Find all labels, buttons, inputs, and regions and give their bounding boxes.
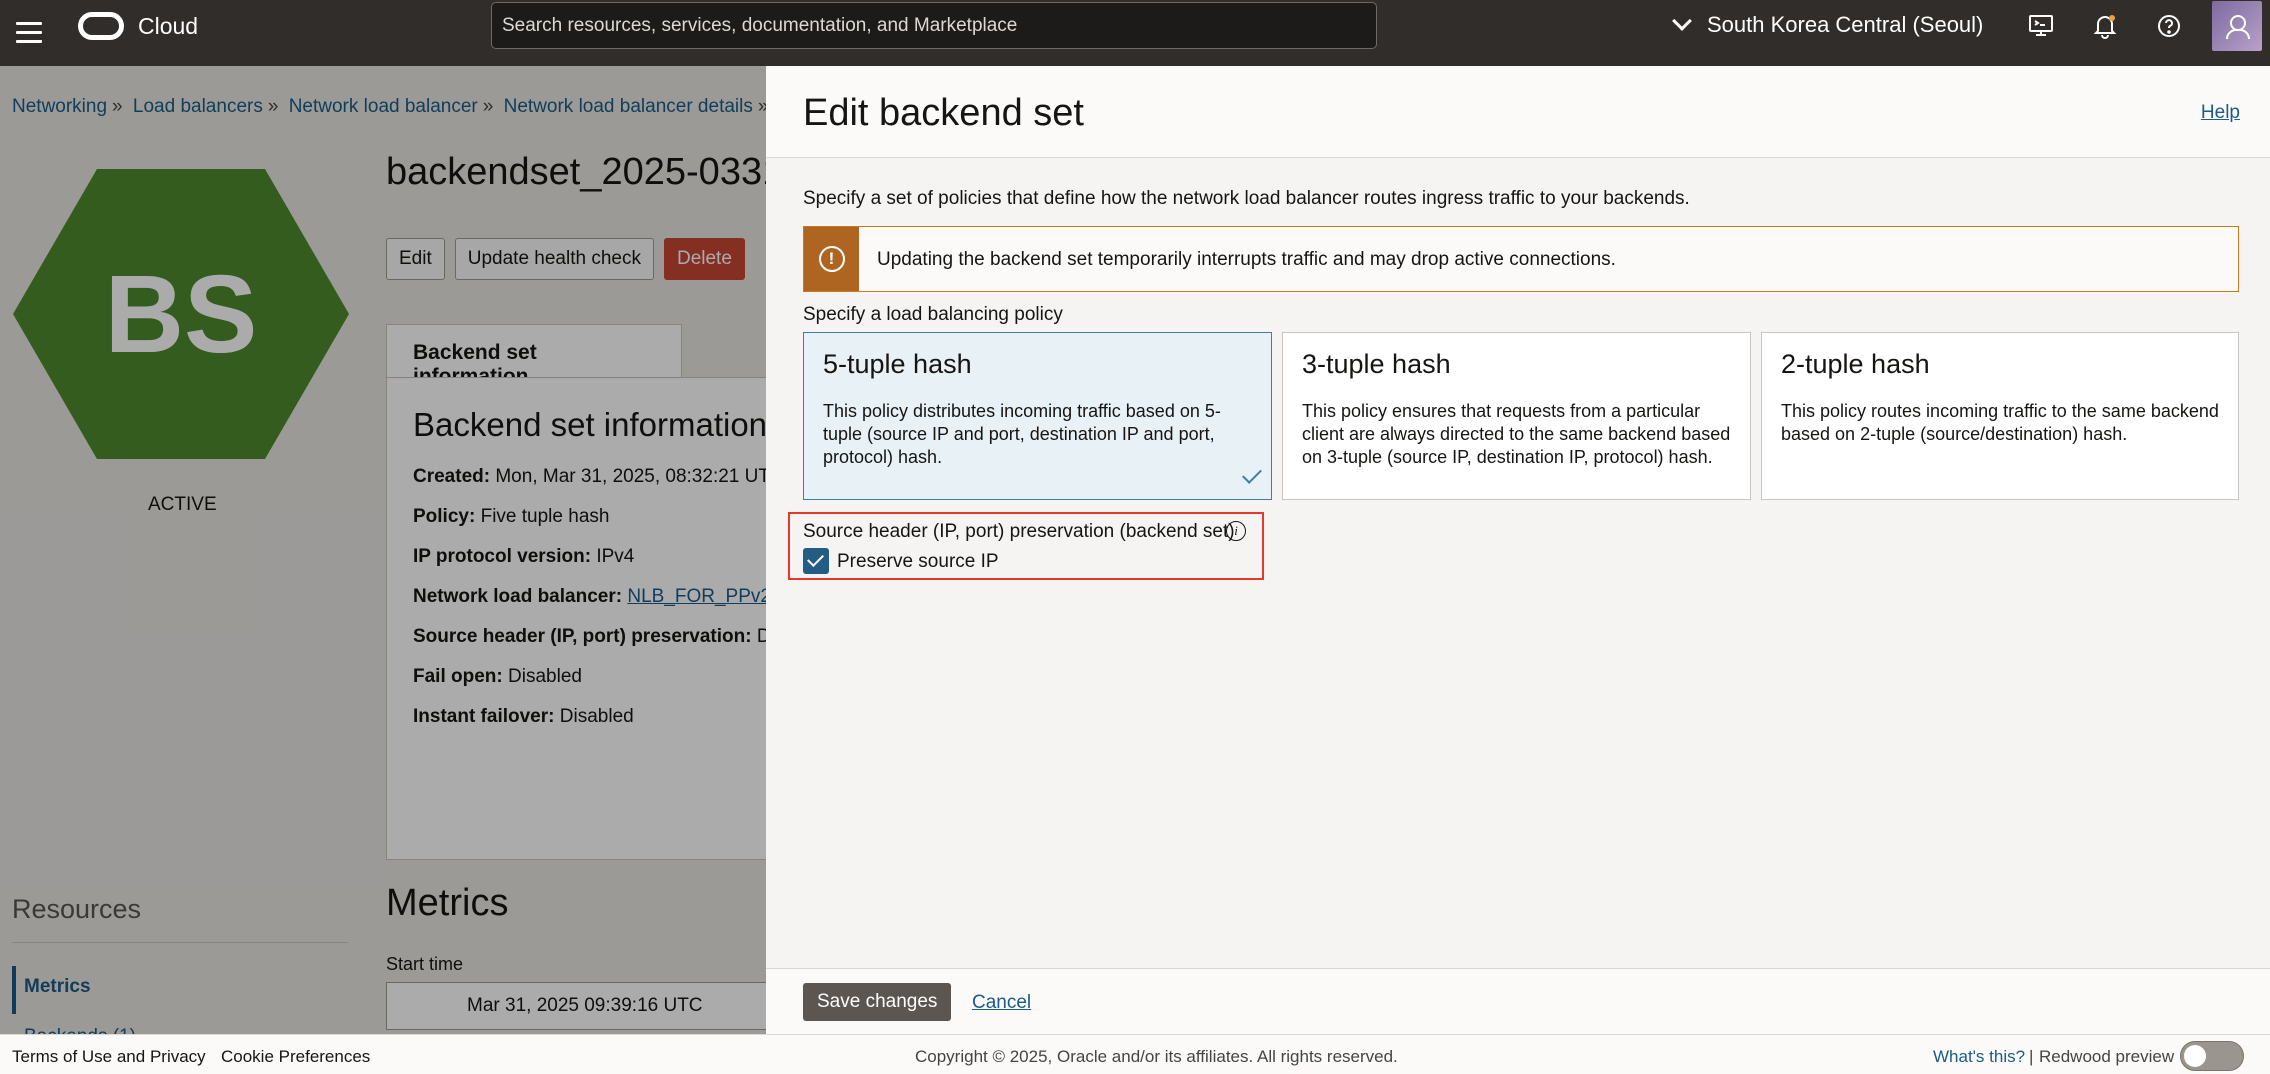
policy-card-5-tuple[interactable]: 5-tuple hash This policy distributes inc… <box>803 332 1272 500</box>
brand-name: Cloud <box>138 13 199 39</box>
bell-icon[interactable] <box>2091 12 2119 40</box>
cookie-preferences-link[interactable]: Cookie Preferences <box>221 1047 370 1067</box>
drawer-title: Edit backend set <box>803 92 1084 134</box>
drawer-header: Edit backend set Help <box>766 66 2270 158</box>
warning-banner: ! Updating the backend set temporarily i… <box>803 226 2239 292</box>
chevron-down-icon <box>1672 11 1692 31</box>
terms-link[interactable]: Terms of Use and Privacy <box>12 1047 206 1067</box>
redwood-preview-toggle[interactable] <box>2180 1041 2244 1071</box>
user-avatar-icon[interactable] <box>2212 1 2262 51</box>
whats-this-link[interactable]: What's this? <box>1933 1047 2025 1067</box>
policy-label: Specify a load balancing policy <box>803 304 1063 325</box>
search-input[interactable]: Search resources, services, documentatio… <box>491 2 1377 49</box>
redwood-preview-label: Redwood preview <box>2039 1047 2175 1066</box>
warning-icon: ! <box>804 227 859 291</box>
info-icon[interactable]: i <box>1226 521 1246 541</box>
policy-title: 3-tuple hash <box>1302 349 1451 379</box>
policy-card-3-tuple[interactable]: 3-tuple hash This policy ensures that re… <box>1282 332 1751 500</box>
preserve-source-ip-checkbox[interactable] <box>803 548 829 574</box>
page-footer: Terms of Use and Privacy Cookie Preferen… <box>0 1034 2270 1074</box>
warning-text: Updating the backend set temporarily int… <box>877 249 1616 270</box>
cloud-shell-icon[interactable] <box>2027 12 2055 40</box>
help-icon[interactable] <box>2155 12 2183 40</box>
policy-title: 2-tuple hash <box>1781 349 1930 379</box>
preserve-source-ip-label[interactable]: Preserve source IP <box>837 551 999 573</box>
policy-description: This policy routes incoming traffic to t… <box>1781 401 2219 444</box>
menu-icon[interactable] <box>16 16 48 48</box>
footer-divider: | <box>2029 1047 2034 1066</box>
policy-description: This policy distributes incoming traffic… <box>823 401 1221 467</box>
policy-card-2-tuple[interactable]: 2-tuple hash This policy routes incoming… <box>1761 332 2239 500</box>
help-link[interactable]: Help <box>2201 102 2240 124</box>
edit-backend-set-drawer: Edit backend set Help Specify a set of p… <box>766 66 2270 1034</box>
region-label: South Korea Central (Seoul) <box>1707 12 1984 37</box>
region-selector[interactable]: South Korea Central (Seoul) <box>1672 11 1984 38</box>
source-header-label: Source header (IP, port) preservation (b… <box>803 521 1235 542</box>
policy-title: 5-tuple hash <box>823 349 972 379</box>
drawer-footer: Save changes Cancel <box>766 968 2270 1034</box>
save-changes-button[interactable]: Save changes <box>803 983 952 1021</box>
drawer-description: Specify a set of policies that define ho… <box>803 188 1690 209</box>
oracle-logo-icon[interactable] <box>78 12 124 40</box>
policy-description: This policy ensures that requests from a… <box>1302 401 1731 467</box>
copyright-text: Copyright © 2025, Oracle and/or its affi… <box>915 1047 1398 1066</box>
top-bar: Cloud Search resources, services, docume… <box>0 0 2270 66</box>
cancel-link[interactable]: Cancel <box>972 992 1031 1014</box>
modal-overlay[interactable] <box>0 66 766 1034</box>
